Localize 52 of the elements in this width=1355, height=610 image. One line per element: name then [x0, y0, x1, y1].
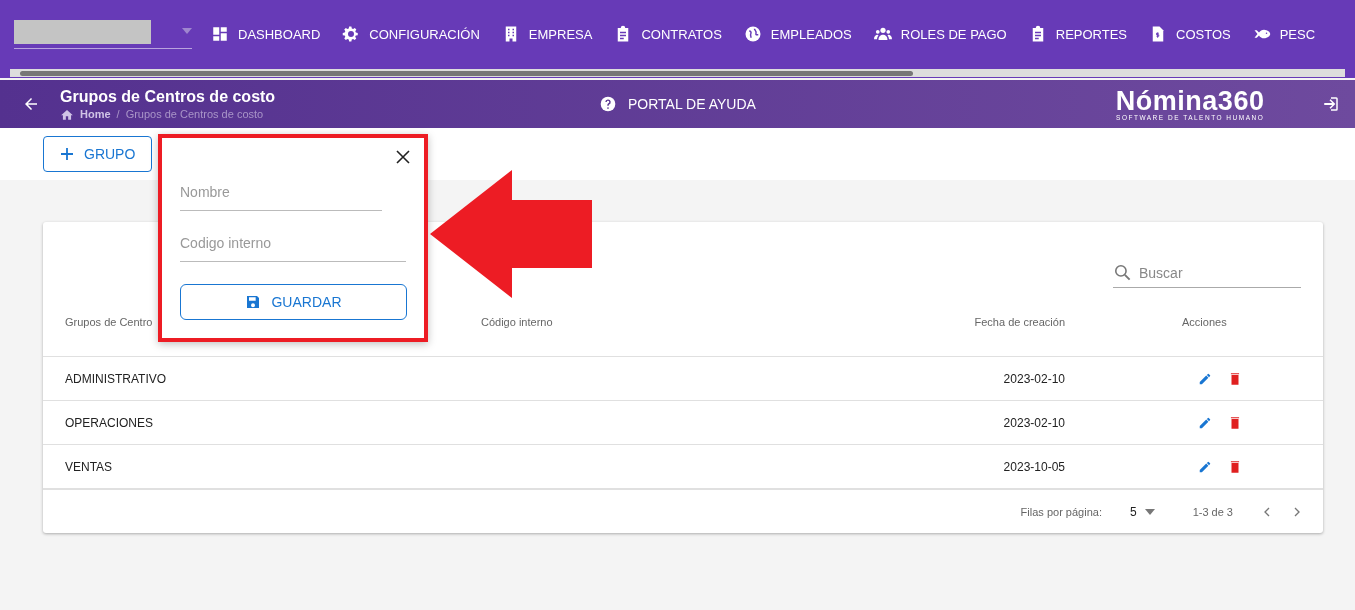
people-icon [873, 25, 892, 43]
table-cell: 2023-02-10 [861, 357, 1065, 401]
select-field[interactable] [14, 19, 192, 49]
breadcrumb-separator: / [116, 108, 120, 120]
save-icon [245, 294, 262, 310]
page-range: 1-3 de 3 [1192, 505, 1233, 518]
table-cell: ADMINISTRATIVO [43, 357, 481, 401]
page-title: Grupos de Centros de costo [60, 88, 277, 106]
logo-name: Nómina360 [1115, 87, 1265, 114]
gear-icon [342, 25, 361, 43]
delete-icon[interactable] [1228, 459, 1242, 474]
table-cell: VENTAS [43, 445, 481, 489]
nav-item[interactable]: CONFIGURACIÓN [331, 25, 491, 43]
breadcrumb-link[interactable]: Home [80, 108, 111, 120]
plus-icon [60, 147, 74, 161]
delete-icon[interactable] [1228, 415, 1242, 430]
globe-icon [743, 25, 762, 43]
nav-item[interactable]: REPORTES [1017, 25, 1139, 43]
logout-icon[interactable] [1322, 95, 1341, 113]
table-cell: OPERACIONES [43, 401, 481, 445]
column-header: Acciones [1065, 288, 1323, 357]
nav-item[interactable]: ROLES DE PAGO [862, 25, 1018, 43]
close-icon[interactable] [396, 150, 410, 164]
search-field[interactable]: Buscar [1113, 258, 1301, 288]
scrollbar[interactable] [10, 69, 1345, 77]
nav-item[interactable]: CONTRATOS [603, 25, 733, 43]
edit-icon[interactable] [1198, 371, 1212, 386]
edit-icon[interactable] [1198, 415, 1212, 430]
nav-item[interactable]: DASHBOARD [200, 25, 332, 43]
delete-icon[interactable] [1228, 371, 1242, 386]
rows-per-page-label: Filas por página: [1020, 505, 1102, 518]
input-field[interactable]: Nombre [180, 178, 382, 211]
search-icon [1113, 263, 1132, 282]
nav-item[interactable]: PESC [1241, 25, 1327, 43]
dashboard-icon [211, 25, 229, 43]
column-header: Fecha de creación [861, 288, 1065, 357]
edit-icon[interactable] [1198, 459, 1212, 474]
table-cell: 2023-02-10 [861, 401, 1065, 445]
input-field[interactable]: Codigo interno [180, 229, 406, 262]
home-icon[interactable] [60, 108, 74, 120]
help-icon [600, 96, 616, 112]
nav-item[interactable]: EMPLEADOS [732, 25, 863, 43]
breadcrumb-current: Grupos de Centros de costo [125, 108, 264, 120]
nav-item[interactable]: COSTOS [1138, 25, 1242, 43]
nav-item[interactable]: EMPRESA [490, 25, 604, 43]
rows-per-page-select[interactable]: 5 [1123, 503, 1161, 520]
table-cell: 2023-10-05 [861, 445, 1065, 489]
help-link[interactable]: PORTAL DE AYUDA [628, 96, 756, 112]
caret-icon [1144, 508, 1155, 515]
save-button[interactable]: GUARDAR [180, 284, 407, 320]
add-group-button[interactable]: GRUPO [43, 136, 153, 172]
caret-icon [182, 27, 192, 34]
